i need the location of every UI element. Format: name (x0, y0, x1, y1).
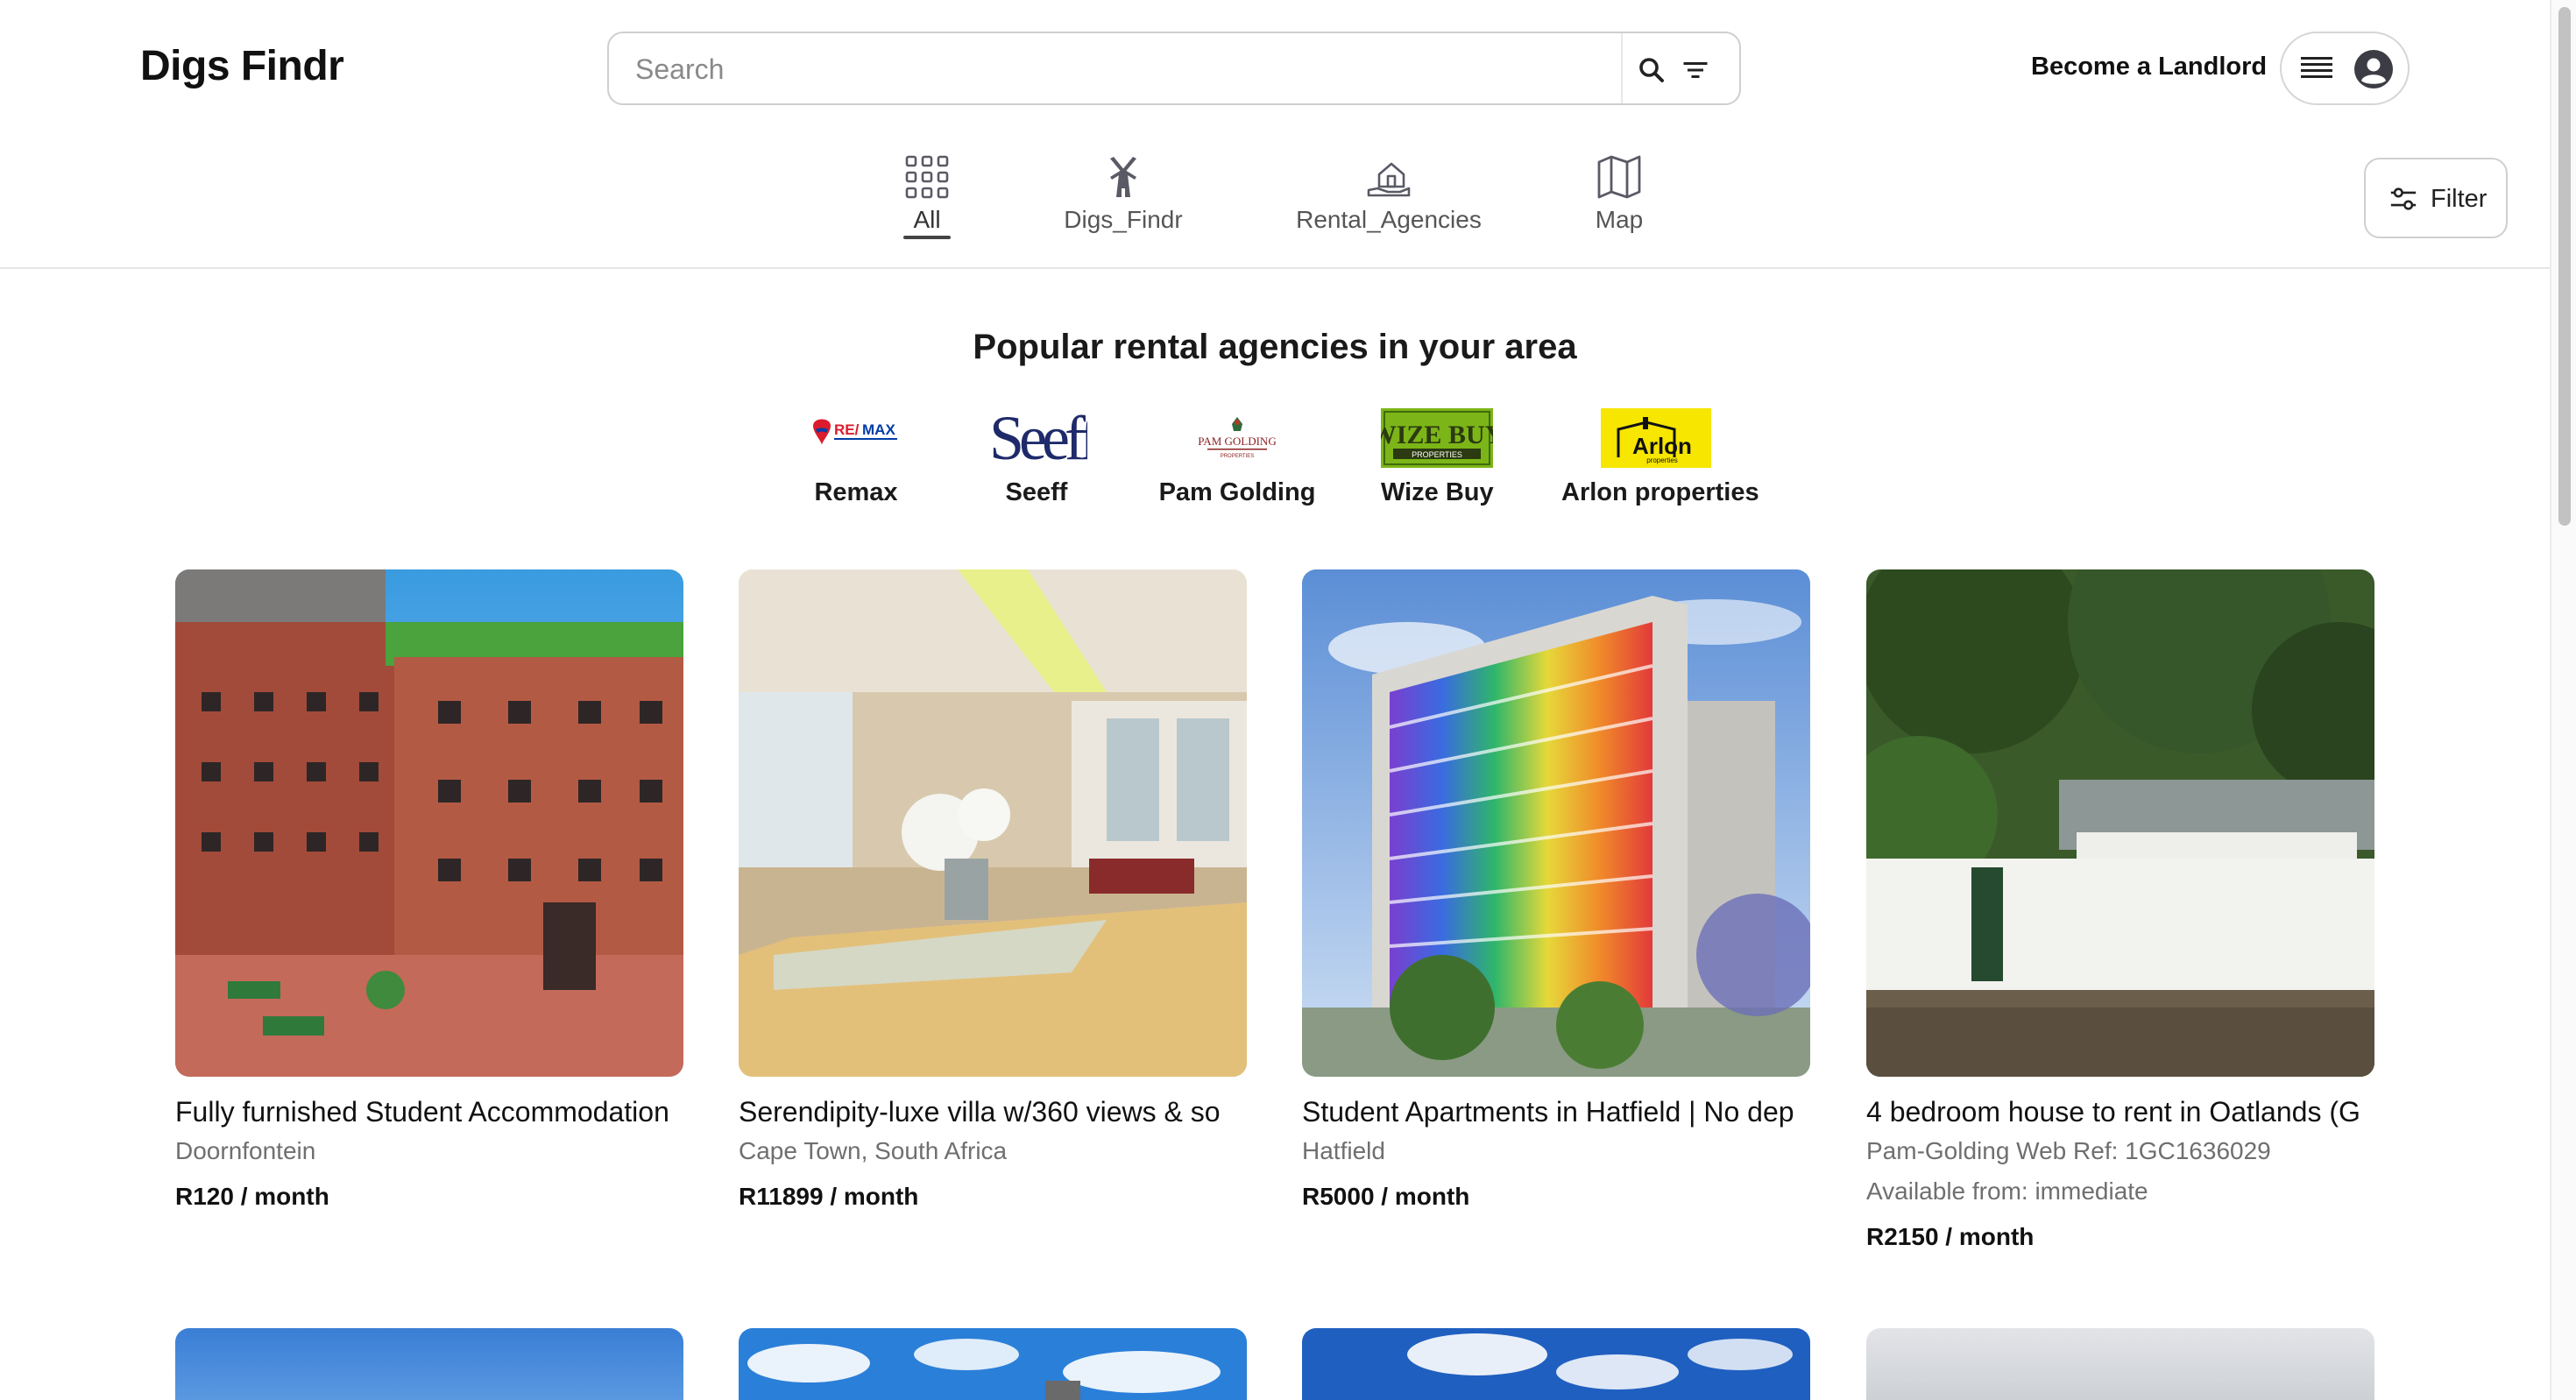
agency-pam-golding-name: Pam Golding (1158, 478, 1316, 506)
listing-title[interactable]: Fully furnished Student Accommodation (175, 1096, 683, 1128)
tab-map[interactable]: Map (1593, 153, 1645, 234)
filter-label: Filter (2431, 185, 2488, 213)
listing-title[interactable]: 4 bedroom house to rent in Oatlands (G (1866, 1096, 2374, 1128)
agency-arlon[interactable]: Arlon properties Arlon properties (1561, 405, 1759, 507)
svg-text:RE/: RE/ (834, 421, 860, 438)
listing-photo[interactable] (1302, 569, 1810, 1077)
tab-all[interactable]: All (903, 153, 951, 234)
listing-price: R5000 / month (1302, 1183, 1470, 1210)
svg-text:Arlon: Arlon (1632, 433, 1692, 459)
svg-text:WIZE BUY: WIZE BUY (1381, 421, 1493, 449)
agency-seeff[interactable]: Seeff Seeff (986, 405, 1087, 507)
listing-title[interactable]: Student Apartments in Hatfield | No dep (1302, 1096, 1810, 1128)
filter-button[interactable]: Filter (2364, 158, 2508, 238)
listing-photo[interactable] (175, 1328, 683, 1400)
agencies-heading: Popular rental agencies in your area (973, 328, 1577, 366)
agency-seeff-name: Seeff (1005, 478, 1068, 506)
listing-price: R11899 / month (739, 1183, 919, 1210)
listing-availability: Available from: immediate (1866, 1177, 2148, 1205)
tab-all-label: All (913, 206, 941, 233)
listing-price: R2150 / month (1866, 1223, 2035, 1250)
house-hand-icon (1367, 162, 1411, 197)
agency-arlon-name: Arlon properties (1561, 478, 1759, 506)
agency-wize-buy[interactable]: WIZE BUY PROPERTIES Wize Buy (1381, 405, 1494, 507)
listing-card[interactable]: Student Apartments in Hatfield | No dep … (1302, 569, 1810, 1211)
listing-photo[interactable] (1866, 569, 2374, 1077)
windmill-icon (1110, 157, 1136, 197)
become-landlord-link[interactable]: Become a Landlord (2031, 53, 2267, 81)
sliders-icon (2390, 187, 2417, 210)
header: Digs Findr Become a Landlord (0, 0, 2550, 269)
seeff-logo: Seeff (989, 405, 1087, 470)
agency-wize-buy-name: Wize Buy (1381, 478, 1494, 506)
remax-logo: RE/ MAX (813, 419, 897, 445)
grid-icon (905, 155, 949, 199)
tab-rental-agencies[interactable]: Rental_Agencies (1295, 153, 1483, 234)
pam-golding-logo: PAM GOLDING PROPERTIES (1198, 417, 1277, 459)
tab-digs-findr[interactable]: Digs_Findr (1062, 153, 1185, 234)
listing-photo[interactable] (1866, 1328, 2374, 1400)
listing-title[interactable]: Serendipity-luxe villa w/360 views & so (739, 1096, 1247, 1128)
tune-icon[interactable] (1680, 54, 1711, 86)
svg-text:properties: properties (1646, 456, 1678, 464)
listing-photo[interactable] (739, 569, 1247, 1077)
wize-buy-logo: WIZE BUY PROPERTIES (1381, 408, 1493, 468)
site-logo[interactable]: Digs Findr (140, 42, 344, 90)
user-menu-button[interactable] (2280, 32, 2410, 105)
svg-text:PAM GOLDING: PAM GOLDING (1198, 435, 1276, 448)
arlon-logo: Arlon properties (1601, 408, 1711, 468)
listing-card[interactable]: Fully furnished Student Accommodation Do… (175, 569, 683, 1211)
tab-digs-findr-label: Digs_Findr (1064, 206, 1183, 233)
listing-photo[interactable] (175, 569, 683, 1077)
menu-icon (2301, 57, 2332, 78)
listing-card[interactable]: 4 bedroom house to rent in Oatlands (G P… (1866, 569, 2374, 1251)
map-icon (1597, 155, 1641, 199)
active-tab-indicator (903, 236, 951, 239)
agency-remax[interactable]: RE/ MAX Remax (808, 405, 904, 507)
listing-photo[interactable] (1302, 1328, 1810, 1400)
listing-photo[interactable] (739, 1328, 1247, 1400)
svg-text:MAX: MAX (862, 421, 895, 438)
search-divider (1621, 33, 1623, 103)
svg-text:PROPERTIES: PROPERTIES (1221, 454, 1255, 459)
listing-location: Hatfield (1302, 1137, 1385, 1164)
avatar-icon (2354, 50, 2393, 88)
listing-price: R120 / month (175, 1183, 329, 1210)
listing-location: Doornfontein (175, 1137, 316, 1164)
tab-map-label: Map (1595, 206, 1644, 233)
scrollbar-thumb[interactable] (2558, 7, 2571, 526)
search-bar[interactable] (607, 32, 1741, 105)
search-input[interactable] (635, 49, 1582, 89)
listing-location: Cape Town, South Africa (739, 1137, 1008, 1164)
listing-card[interactable]: Serendipity-luxe villa w/360 views & so … (739, 569, 1247, 1211)
search-icon[interactable] (1636, 54, 1667, 86)
svg-text:PROPERTIES: PROPERTIES (1412, 450, 1462, 459)
listing-location: Pam-Golding Web Ref: 1GC1636029 (1866, 1137, 2271, 1164)
tab-rental-agencies-label: Rental_Agencies (1296, 206, 1482, 233)
svg-text:Seeff: Seeff (989, 405, 1087, 470)
agency-remax-name: Remax (814, 478, 898, 506)
agency-pam-golding[interactable]: PAM GOLDING PROPERTIES Pam Golding (1158, 405, 1316, 507)
